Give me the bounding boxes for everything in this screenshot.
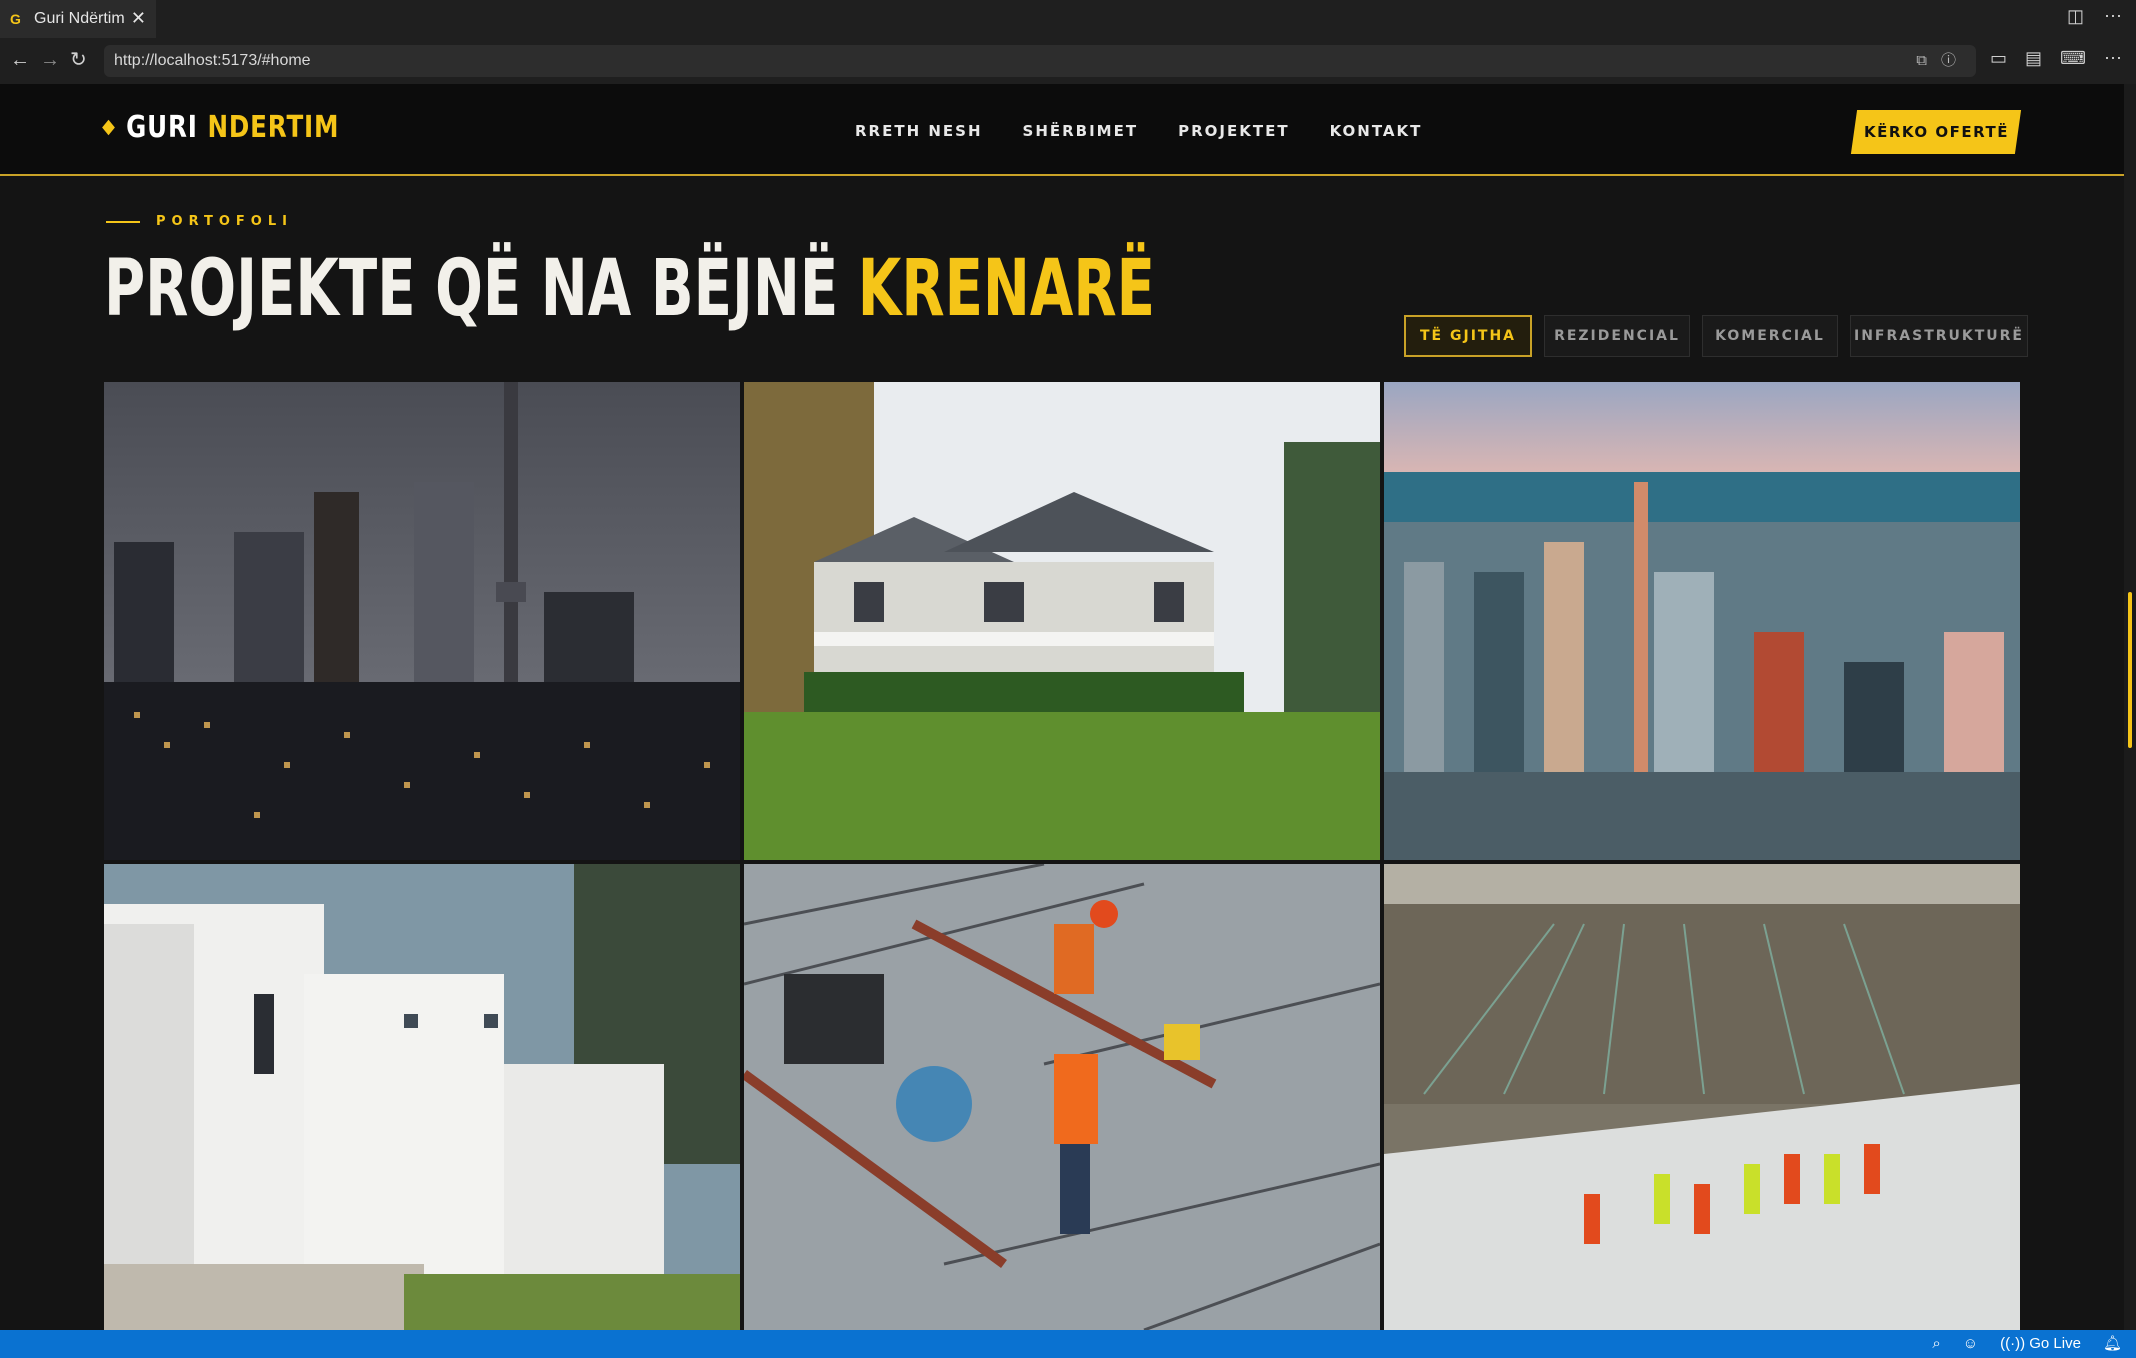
bell-icon[interactable]: 🔔︎	[2103, 1330, 2122, 1358]
forward-icon[interactable]: →	[40, 48, 60, 72]
browser-tab-bar: G Guri Ndërtim ✕ ◫ ⋯	[0, 0, 2136, 38]
request-quote-button[interactable]: KËRKO OFERTË	[1850, 110, 2022, 154]
request-quote-label: KËRKO OFERTË	[1863, 123, 2009, 141]
back-icon[interactable]: ←	[10, 48, 30, 72]
project-image-modern-house[interactable]	[104, 864, 740, 1330]
nav-kontakt[interactable]: KONTAKT	[1330, 122, 1423, 140]
copilot-icon[interactable]: ☺	[1963, 1330, 1978, 1358]
section-kicker: PORTOFOLI	[106, 214, 293, 229]
go-live-button[interactable]: ((·)) Go Live	[2000, 1330, 2081, 1358]
tab-actions-icon[interactable]: ⧉	[1916, 45, 1927, 77]
zoom-icon[interactable]: ⌕	[1932, 1330, 1940, 1358]
tab-title: Guri Ndërtim	[34, 10, 125, 27]
nav-projektet[interactable]: PROJEKTET	[1178, 122, 1289, 140]
filter-tabs: TË GJITHA REZIDENCIAL KOMERCIAL INFRASTR…	[1404, 315, 2028, 357]
project-image-house[interactable]	[744, 382, 1380, 860]
tab-close-icon[interactable]: ✕	[131, 8, 146, 29]
site-info-icon[interactable]: ⓘ	[1941, 45, 1956, 77]
web-page: GURI NDERTIM RRETH NESH SHËRBIMET PROJEK…	[0, 84, 2124, 1330]
project-grid	[104, 382, 2020, 1330]
main-nav: RRETH NESH SHËRBIMET PROJEKTET KONTAKT	[855, 122, 1422, 140]
scrollbar-thumb[interactable]	[2128, 592, 2132, 748]
site-favicon-icon: G	[10, 11, 21, 27]
nav-sherbimet[interactable]: SHËRBIMET	[1023, 122, 1139, 140]
logo-text-yellow: NDERTIM	[207, 110, 340, 145]
nav-rreth-nesh[interactable]: RRETH NESH	[855, 122, 983, 140]
logo-text-white: GURI	[126, 110, 198, 145]
title-white: PROJEKTE QË NA BËJNË	[104, 244, 839, 334]
project-image-aerial-city[interactable]	[1384, 382, 2020, 860]
logo-diamond-icon	[102, 119, 115, 136]
address-bar[interactable]: http://localhost:5173/#home ⧉ ⓘ	[104, 45, 1976, 77]
kicker-text: PORTOFOLI	[156, 214, 293, 229]
project-image-foundation-site[interactable]	[1384, 864, 2020, 1330]
browser-navbar: ← → ↻ http://localhost:5173/#home ⧉ ⓘ ▭ …	[0, 38, 2136, 84]
broadcast-icon: ((·))	[2000, 1335, 2030, 1352]
kicker-line	[106, 220, 140, 223]
filter-all[interactable]: TË GJITHA	[1404, 315, 1532, 357]
browser-tab[interactable]: G Guri Ndërtim ✕	[0, 0, 156, 38]
go-live-label: Go Live	[2029, 1335, 2081, 1352]
filter-infrastructure[interactable]: INFRASTRUKTURË	[1850, 315, 2028, 357]
more-icon[interactable]: ⋯	[2104, 6, 2122, 27]
split-view-icon[interactable]: ◫	[2067, 6, 2084, 27]
reload-icon[interactable]: ↻	[70, 48, 87, 72]
project-image-construction-workers[interactable]	[744, 864, 1380, 1330]
site-logo[interactable]: GURI NDERTIM	[102, 110, 340, 145]
cast-icon[interactable]: ▭	[1990, 48, 2007, 69]
title-yellow: KRENARË	[857, 244, 1156, 334]
reader-icon[interactable]: ▤	[2025, 48, 2042, 69]
terminal-icon[interactable]: ⌨	[2060, 48, 2086, 69]
page-scrollbar[interactable]	[2124, 84, 2136, 1330]
status-bar: ⌕ ☺ ((·)) Go Live 🔔︎	[0, 1330, 2136, 1358]
filter-residential[interactable]: REZIDENCIAL	[1544, 315, 1690, 357]
project-image-city-night[interactable]	[104, 382, 740, 860]
filter-commercial[interactable]: KOMERCIAL	[1702, 315, 1838, 357]
site-header: GURI NDERTIM RRETH NESH SHËRBIMET PROJEK…	[0, 84, 2124, 176]
section-title: PROJEKTE QË NA BËJNË KRENARË	[104, 244, 1155, 334]
browser-menu-icon[interactable]: ⋯	[2104, 48, 2122, 69]
url-text: http://localhost:5173/#home	[114, 52, 311, 69]
